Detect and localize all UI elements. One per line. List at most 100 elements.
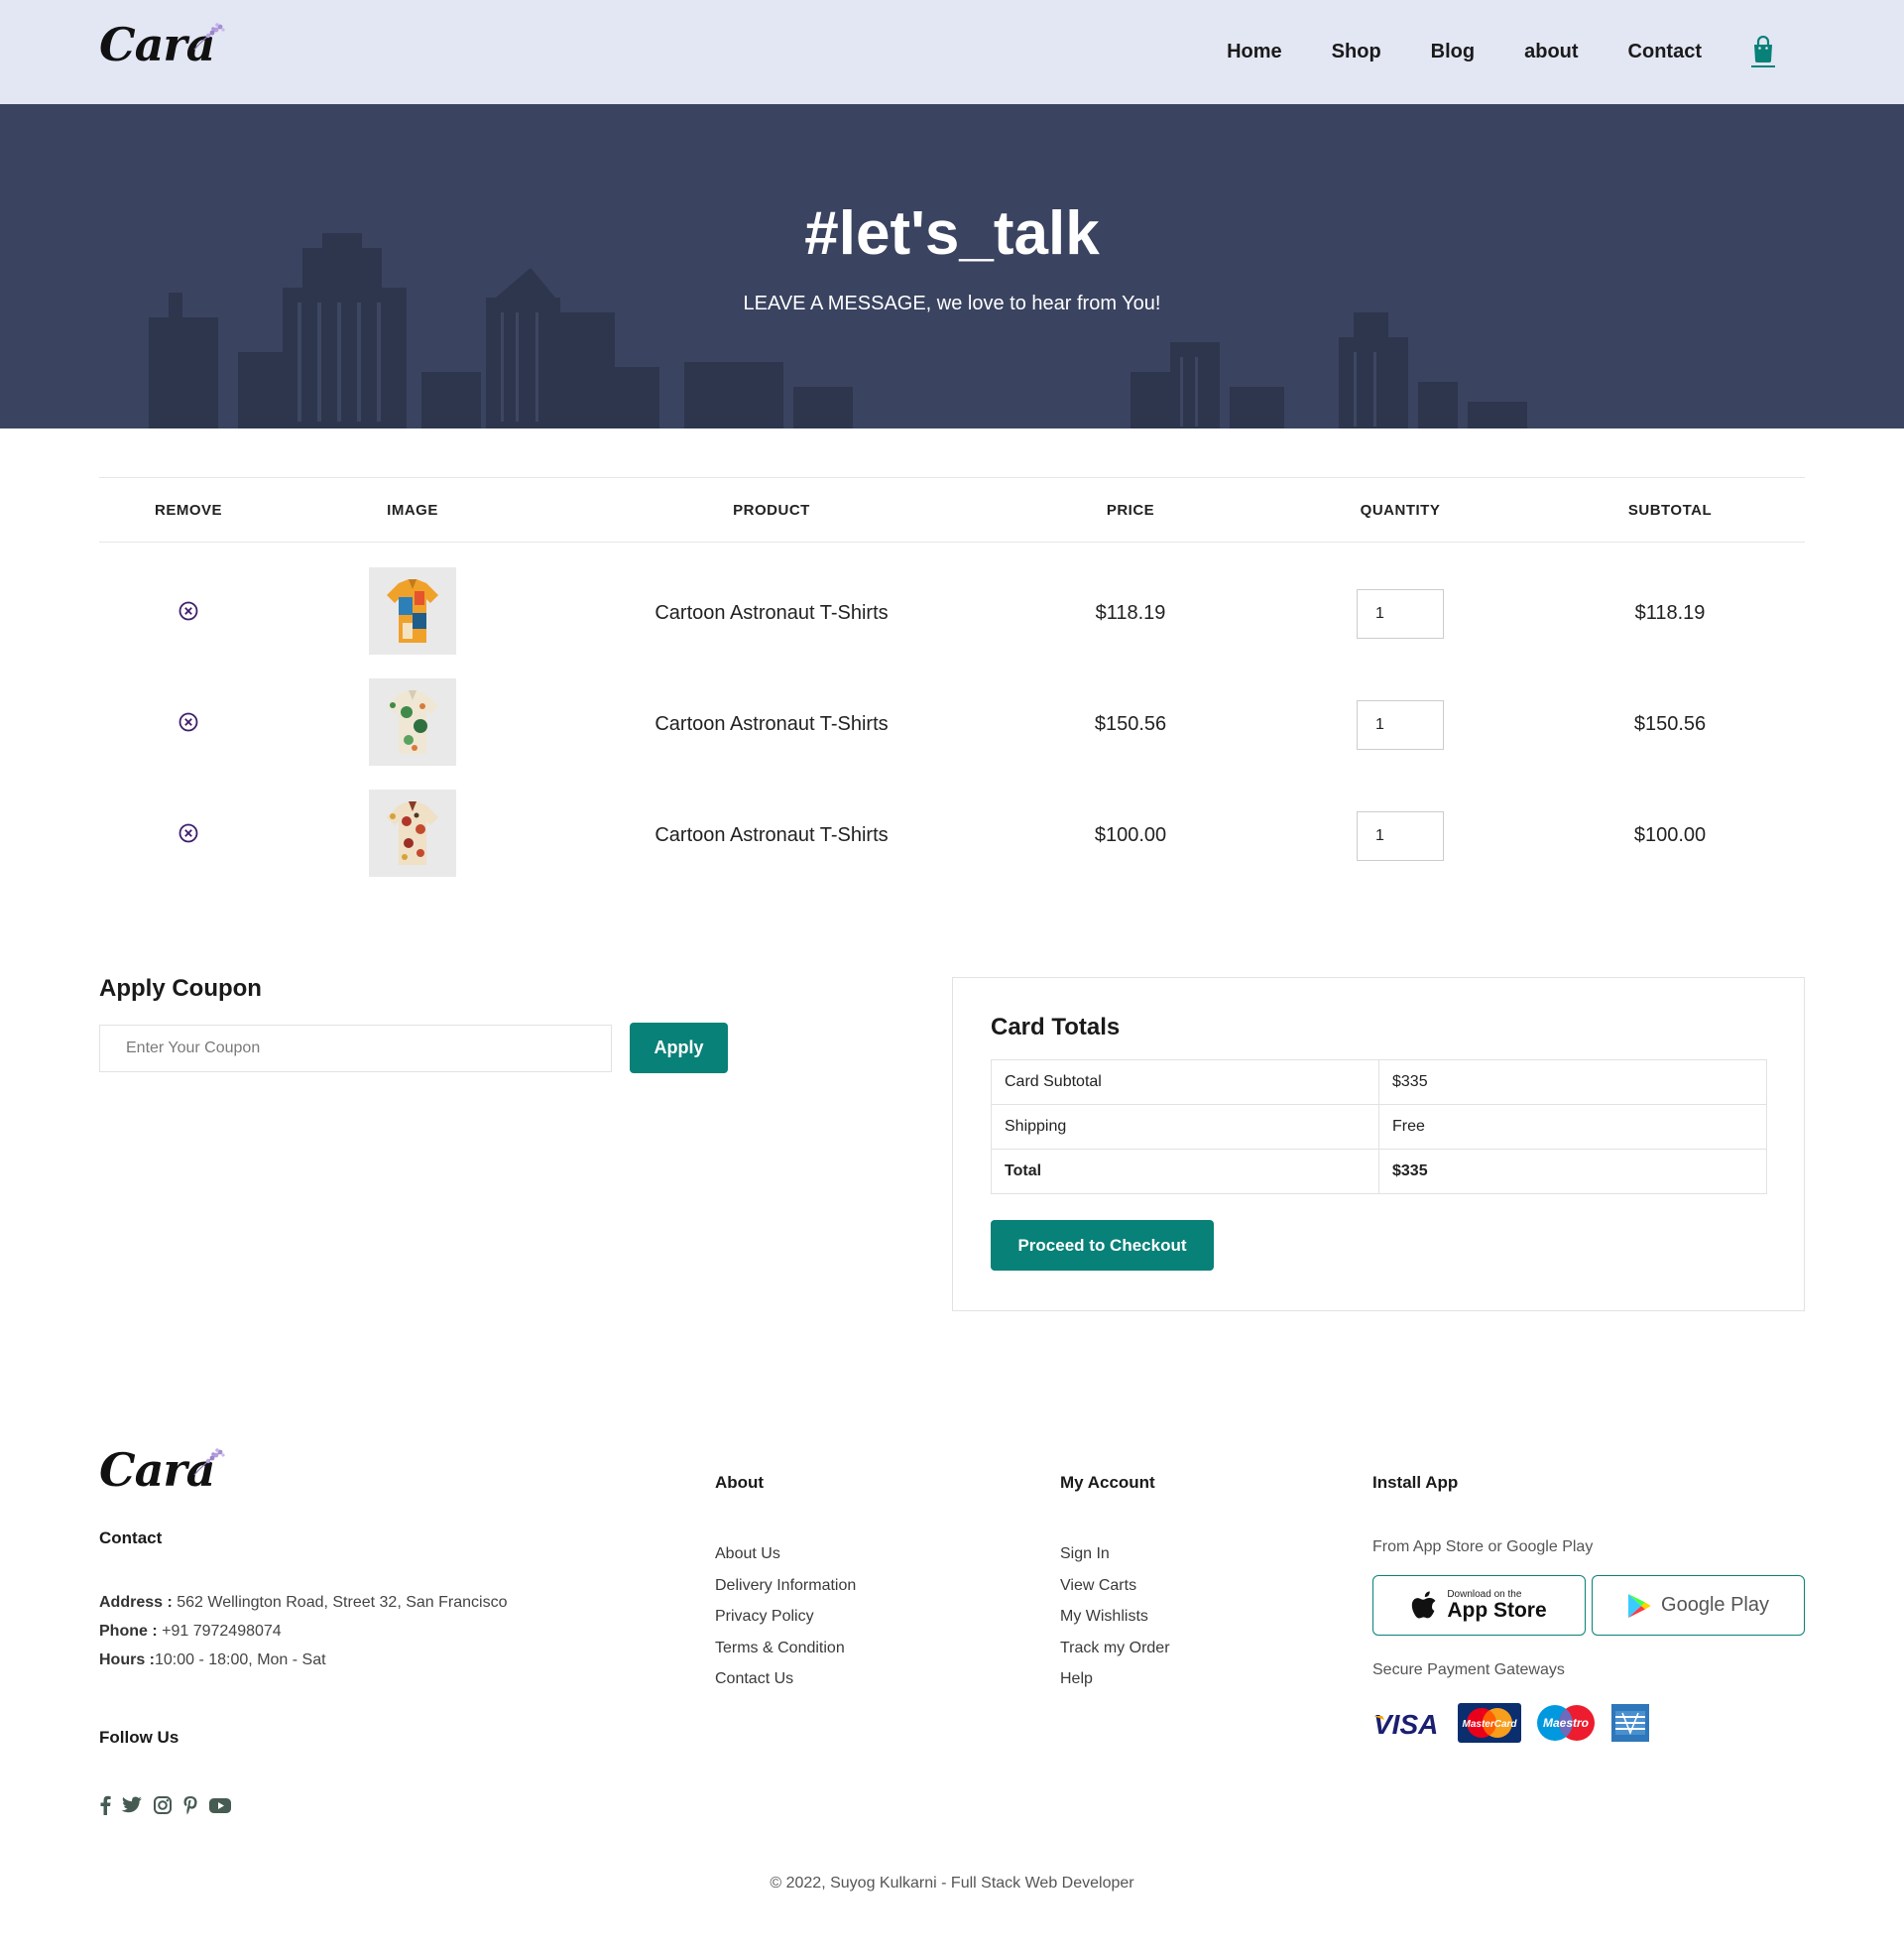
footer-logo[interactable]: Cara: [99, 1443, 228, 1507]
table-row: Cartoon Astronaut T-Shirts $150.56 $150.…: [99, 670, 1805, 781]
footer-install-title: Install App: [1372, 1473, 1459, 1492]
checkout-button[interactable]: Proceed to Checkout: [991, 1220, 1214, 1271]
totals-table: Card Subtotal $335 Shipping Free Total $…: [991, 1059, 1767, 1194]
remove-item-icon[interactable]: [178, 711, 199, 733]
mastercard-logo: MasterCard: [1458, 1703, 1521, 1743]
footer-link-wishlists[interactable]: My Wishlists: [1060, 1601, 1170, 1633]
facebook-icon[interactable]: [99, 1795, 111, 1815]
google-play-icon: [1628, 1593, 1651, 1618]
totals-value: $335: [1378, 1059, 1767, 1105]
totals-row-shipping: Shipping Free: [991, 1104, 1767, 1150]
site-footer: Cara Contact Address : 562 Wellington Ro…: [0, 1443, 1904, 1954]
footer-account-title: My Account: [1060, 1473, 1155, 1492]
hero-banner: #let's_talk LEAVE A MESSAGE, we love to …: [0, 104, 1904, 428]
site-header: Cara Home Shop Blog about Contact: [0, 0, 1904, 104]
footer-link-terms[interactable]: Terms & Condition: [715, 1633, 856, 1664]
footer-link-delivery[interactable]: Delivery Information: [715, 1570, 856, 1602]
totals-label: Shipping: [991, 1104, 1379, 1150]
pinterest-icon[interactable]: [182, 1795, 198, 1815]
cart-totals: Card Totals Card Subtotal $335 Shipping …: [952, 977, 1805, 1311]
product-thumbnail: [369, 566, 456, 655]
col-product: PRODUCT: [547, 477, 996, 543]
coupon-title: Apply Coupon: [99, 975, 262, 1002]
hero-title: #let's_talk: [804, 199, 1100, 268]
product-price: $150.56: [1094, 713, 1167, 735]
footer-install-app: Install App From App Store or Google Pla…: [1372, 1473, 1809, 1743]
footer-link-about-us[interactable]: About Us: [715, 1538, 856, 1570]
product-subtotal: $150.56: [1633, 713, 1707, 735]
product-thumbnail: [369, 789, 456, 877]
google-play-label: Google Play: [1661, 1594, 1769, 1616]
product-price: $100.00: [1094, 824, 1167, 846]
cart-table: REMOVE IMAGE PRODUCT PRICE QUANTITY SUBT…: [99, 477, 1805, 892]
footer-link-sign-in[interactable]: Sign In: [1060, 1538, 1170, 1570]
footer-account: My Account Sign In View Carts My Wishlis…: [1060, 1473, 1170, 1695]
contact-details: Address : 562 Wellington Road, Street 32…: [99, 1588, 615, 1674]
coupon-section: Apply Coupon Apply: [99, 975, 734, 1073]
main-nav: Home Shop Blog about Contact: [1227, 35, 1775, 68]
shopping-bag-icon[interactable]: [1751, 35, 1775, 67]
table-row: Cartoon Astronaut T-Shirts $118.19 $118.…: [99, 543, 1805, 670]
table-row: Cartoon Astronaut T-Shirts $100.00 $100.…: [99, 781, 1805, 892]
instagram-icon[interactable]: [153, 1795, 173, 1815]
copyright: © 2022, Suyog Kulkarni - Full Stack Web …: [770, 1875, 1134, 1892]
quantity-input[interactable]: [1357, 588, 1444, 639]
col-price: PRICE: [996, 477, 1265, 543]
hours-label: Hours :: [99, 1651, 155, 1668]
logo[interactable]: Cara: [99, 18, 228, 81]
footer-link-contact-us[interactable]: Contact Us: [715, 1663, 856, 1695]
footer-link-view-carts[interactable]: View Carts: [1060, 1570, 1170, 1602]
nav-contact[interactable]: Contact: [1628, 41, 1702, 62]
remove-item-icon[interactable]: [178, 600, 199, 622]
apple-icon: [1412, 1590, 1436, 1618]
footer-about: About About Us Delivery Information Priv…: [715, 1473, 856, 1695]
youtube-icon[interactable]: [208, 1795, 232, 1815]
nav-about[interactable]: about: [1524, 41, 1578, 62]
footer-about-title: About: [715, 1473, 765, 1492]
totals-title: Card Totals: [991, 1014, 1121, 1040]
col-subtotal: SUBTOTAL: [1535, 477, 1805, 543]
phone-label: Phone :: [99, 1623, 158, 1640]
totals-row-subtotal: Card Subtotal $335: [991, 1059, 1767, 1105]
totals-value: $335: [1378, 1149, 1767, 1194]
lavender-flower-icon: [193, 23, 225, 51]
coupon-input[interactable]: [99, 1024, 612, 1072]
cart-table-header: REMOVE IMAGE PRODUCT PRICE QUANTITY SUBT…: [99, 477, 1805, 543]
app-store-label: App Store: [1447, 1598, 1547, 1622]
svg-text:VISA: VISA: [1373, 1709, 1438, 1738]
social-links: [99, 1795, 615, 1815]
col-quantity: QUANTITY: [1265, 477, 1535, 543]
app-store-small-text: Download on the: [1447, 1588, 1522, 1600]
twitter-icon[interactable]: [121, 1795, 143, 1815]
google-play-button[interactable]: Google Play: [1592, 1575, 1805, 1636]
product-name: Cartoon Astronaut T-Shirts: [654, 824, 889, 846]
follow-us-title: Follow Us: [99, 1728, 179, 1747]
american-express-logo: [1611, 1704, 1649, 1742]
product-name: Cartoon Astronaut T-Shirts: [654, 602, 889, 625]
quantity-input[interactable]: [1357, 810, 1444, 861]
hours-value: 10:00 - 18:00, Mon - Sat: [155, 1651, 326, 1668]
lavender-flower-icon: [193, 1448, 225, 1476]
product-price: $118.19: [1095, 602, 1166, 625]
app-store-button[interactable]: Download on the App Store: [1372, 1575, 1586, 1636]
remove-item-icon[interactable]: [178, 822, 199, 844]
maestro-logo: Maestro: [1537, 1705, 1595, 1741]
product-name: Cartoon Astronaut T-Shirts: [654, 713, 889, 735]
cart-section: REMOVE IMAGE PRODUCT PRICE QUANTITY SUBT…: [99, 477, 1805, 892]
nav-shop[interactable]: Shop: [1332, 41, 1381, 62]
product-subtotal: $118.19: [1634, 602, 1706, 625]
nav-home[interactable]: Home: [1227, 41, 1282, 62]
totals-row-total: Total $335: [991, 1149, 1767, 1194]
product-subtotal: $100.00: [1633, 824, 1707, 846]
footer-link-track-order[interactable]: Track my Order: [1060, 1633, 1170, 1664]
col-remove: REMOVE: [99, 477, 278, 543]
footer-link-help[interactable]: Help: [1060, 1663, 1170, 1695]
svg-text:MasterCard: MasterCard: [1462, 1719, 1517, 1730]
nav-blog[interactable]: Blog: [1431, 41, 1475, 62]
totals-value: Free: [1378, 1104, 1767, 1150]
quantity-input[interactable]: [1357, 699, 1444, 750]
apply-coupon-button[interactable]: Apply: [630, 1023, 728, 1073]
footer-link-privacy[interactable]: Privacy Policy: [715, 1601, 856, 1633]
visa-logo: VISA: [1373, 1709, 1438, 1738]
product-thumbnail: [369, 677, 456, 766]
